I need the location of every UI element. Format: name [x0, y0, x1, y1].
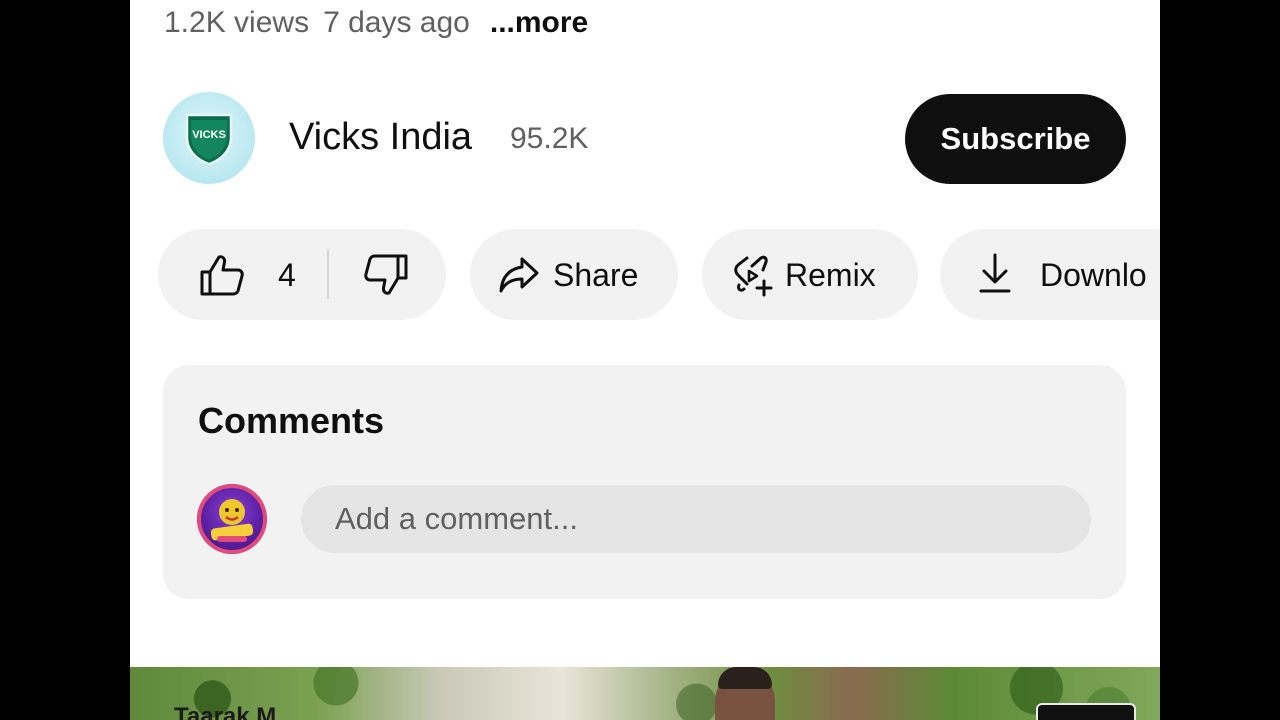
thumbnail-caption: Taarak M	[174, 703, 277, 720]
more-link[interactable]: ...more	[490, 6, 588, 39]
comments-title: Comments	[198, 400, 385, 441]
user-avatar-image	[197, 484, 267, 554]
thumbnail-background	[130, 667, 1160, 720]
like-dislike-pill: 4	[158, 229, 446, 320]
remix-icon	[732, 253, 774, 305]
video-meta-row[interactable]: 1.2K views 7 days ago ...more	[164, 6, 588, 40]
subscribe-button[interactable]: Subscribe	[905, 94, 1126, 184]
add-comment-input[interactable]	[301, 485, 1091, 553]
channel-avatar[interactable]: VICKS	[163, 92, 255, 184]
upload-age: 7 days ago	[323, 6, 470, 39]
view-count: 1.2K views	[164, 6, 310, 39]
next-video-thumbnail[interactable]: Taarak M	[130, 667, 1160, 720]
share-button[interactable]: Share	[470, 229, 678, 320]
thumbnail-badge	[1036, 703, 1136, 720]
channel-name[interactable]: Vicks India	[289, 116, 472, 159]
like-divider	[327, 249, 329, 299]
download-label: Downlo	[1040, 257, 1147, 293]
share-arrow-icon	[498, 255, 540, 303]
remix-button[interactable]: Remix	[702, 229, 918, 320]
subscriber-count: 95.2K	[510, 122, 589, 155]
user-avatar	[197, 484, 267, 554]
thumbnail-person-hair	[718, 667, 772, 689]
comments-section[interactable]: Comments	[163, 365, 1126, 599]
like-count: 4	[278, 257, 296, 293]
download-icon	[978, 253, 1012, 303]
thumbs-down-icon[interactable]	[363, 253, 409, 305]
share-label: Share	[553, 257, 639, 293]
thumbs-up-icon[interactable]	[199, 253, 245, 305]
channel-row: VICKS Vicks India 95.2K Subscribe	[163, 92, 1126, 184]
video-details-screen: 1.2K views 7 days ago ...more VICKS Vicks …	[130, 0, 1160, 720]
action-bar: 4 Share Remix Downlo	[158, 229, 1160, 321]
remix-label: Remix	[785, 257, 876, 293]
download-button[interactable]: Downlo	[940, 229, 1160, 320]
vicks-logo-text: VICKS	[192, 129, 226, 141]
vicks-logo-icon: VICKS	[185, 113, 233, 165]
